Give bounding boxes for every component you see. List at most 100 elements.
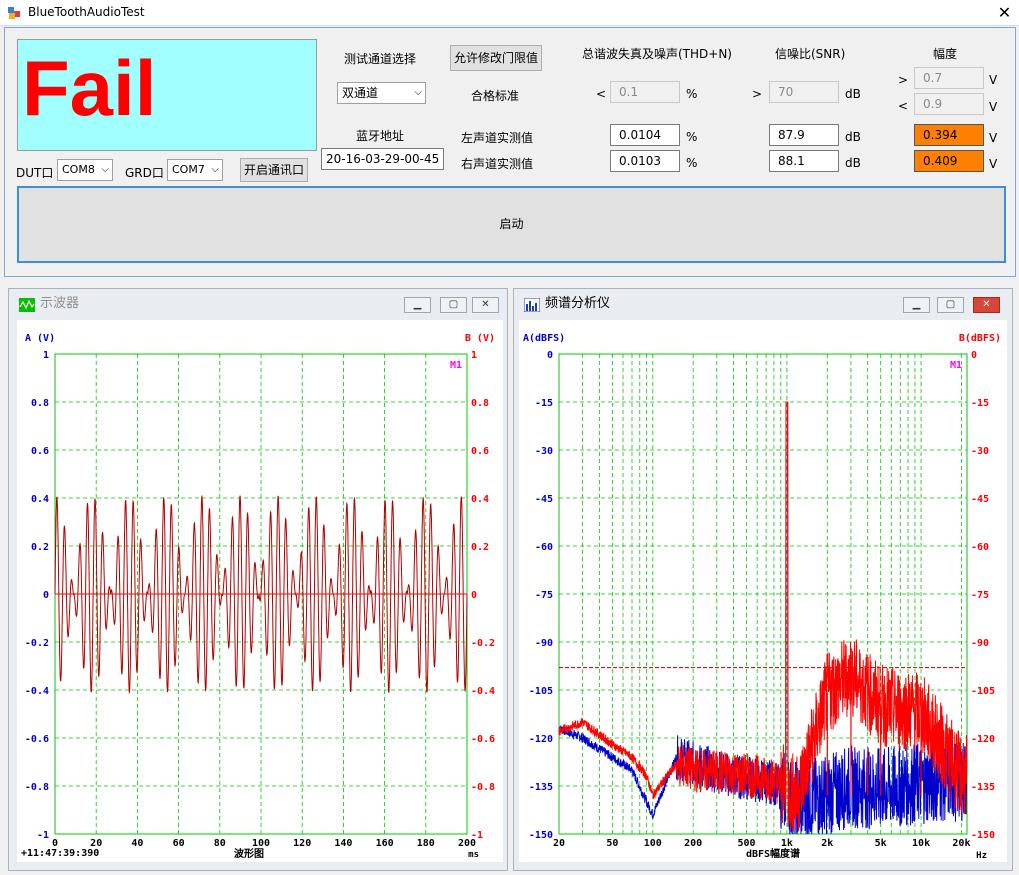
dut-port-label: DUT口 — [16, 166, 54, 180]
x-tick-label: 50 — [606, 838, 618, 849]
x-tick-label: 100 — [252, 838, 270, 849]
y-tick-label-a: -75 — [535, 590, 553, 601]
oscilloscope-minimize-button[interactable]: ▁ — [404, 297, 431, 313]
amp-hi-limit-field[interactable]: 0.7 — [914, 67, 984, 89]
y-tick-label-b: -0.2 — [471, 638, 495, 649]
y-tick-label-a: 0 — [43, 590, 49, 601]
axis-b-label: B(dBFS) — [959, 333, 1001, 344]
amp-lo-limit-field[interactable]: 0.9 — [914, 93, 984, 115]
right-thd-unit: % — [686, 156, 698, 170]
x-tick-label: 60 — [173, 838, 185, 849]
y-tick-label-a: -0.2 — [25, 638, 49, 649]
left-amplitude-field[interactable]: 0.394 — [914, 124, 984, 146]
y-tick-label-a: -30 — [535, 446, 553, 457]
y-tick-label-b: 0.8 — [471, 398, 489, 409]
oscilloscope-title: 示波器 — [40, 296, 80, 311]
channel-select[interactable]: 双通道 ⌵ — [337, 82, 426, 104]
axis-a-label: A(dBFS) — [523, 333, 565, 344]
right-snr-field[interactable]: 88.1 — [769, 150, 839, 172]
x-unit-label: Hz — [976, 851, 987, 861]
x-tick-label: 500 — [738, 838, 756, 849]
snr-limit-unit: dB — [845, 87, 861, 101]
x-axis-label: 波形图 — [234, 847, 264, 860]
oscilloscope-plot[interactable]: 1 1 0.8 0.8 0.6 0.6 0.4 0.4 0.2 0.2 0 0 -0.2 -0.2 -0.4… — [17, 320, 503, 862]
y-tick-label-b: -105 — [971, 686, 995, 697]
thd-limit-unit: % — [686, 87, 698, 101]
y-tick-label-b: -90 — [971, 638, 989, 649]
y-tick-label-a: 0 — [547, 350, 553, 361]
x-tick-label: 40 — [131, 838, 143, 849]
left-thd-field[interactable]: 0.0104 — [610, 124, 680, 146]
x-tick-label: 20 — [553, 838, 565, 849]
x-tick-label: 120 — [293, 838, 311, 849]
result-text: Fail — [22, 44, 157, 132]
bt-address-field[interactable]: 20-16-03-29-00-45 — [321, 148, 444, 170]
y-tick-label-a: -90 — [535, 638, 553, 649]
y-tick-label-a: 1 — [43, 350, 49, 361]
y-tick-label-a: -1 — [37, 830, 49, 841]
spectrum-plot[interactable]: 0 -15 -30 -45 -60 -75 -90 -105 -120 -135 -150 0 -15 -… — [519, 320, 1007, 862]
amp-lo-unit: V — [989, 100, 998, 114]
grd-port-select[interactable]: COM7 ⌵ — [167, 159, 223, 181]
thd-header: 总谐波失真及噪声(THD+N) — [582, 47, 732, 61]
allow-modify-limits-button[interactable]: 允许修改门限值 — [450, 45, 542, 71]
y-tick-label-a: -0.8 — [25, 782, 49, 793]
marker-label: M1 — [950, 360, 962, 371]
y-tick-label-a: -105 — [529, 686, 553, 697]
dut-port-select[interactable]: COM8 ⌵ — [57, 159, 113, 181]
y-tick-label-b: 0.4 — [471, 494, 489, 505]
y-tick-label-a: -135 — [529, 782, 553, 793]
spectrum-analyzer-icon — [524, 298, 540, 312]
snr-limit-field[interactable]: 70 — [769, 81, 839, 103]
y-tick-label-b: -120 — [971, 734, 995, 745]
y-tick-label-a: -0.4 — [25, 686, 49, 697]
amplitude-header: 幅度 — [933, 47, 958, 61]
right-thd-field[interactable]: 0.0103 — [610, 150, 680, 172]
x-tick-label: 10k — [912, 838, 930, 849]
amp-lo-operator: < — [898, 99, 909, 113]
y-tick-label-b: -0.6 — [471, 734, 495, 745]
y-tick-label-b: -45 — [971, 494, 989, 505]
spectrum-minimize-button[interactable]: ▁ — [903, 297, 930, 313]
thd-limit-field[interactable]: 0.1 — [610, 81, 680, 103]
left-thd-unit: % — [686, 130, 698, 144]
oscilloscope-close-button[interactable]: ✕ — [472, 297, 499, 313]
right-amp-unit: V — [989, 157, 998, 171]
left-snr-field[interactable]: 87.9 — [769, 124, 839, 146]
y-tick-label-b: -0.4 — [471, 686, 495, 697]
y-tick-label-b: -0.8 — [471, 782, 495, 793]
x-tick-label: 180 — [417, 838, 435, 849]
y-tick-label-a: -45 — [535, 494, 553, 505]
title-bar — [0, 0, 1019, 26]
thd-operator: < — [596, 87, 607, 101]
spectrum-close-button[interactable]: ✕ — [973, 297, 1000, 313]
y-tick-label-b: -75 — [971, 590, 989, 601]
x-tick-label: 200 — [458, 838, 476, 849]
y-tick-label-b: -135 — [971, 782, 995, 793]
window-close-button[interactable]: ✕ — [990, 0, 1019, 26]
oscilloscope-maximize-button[interactable]: ▢ — [440, 297, 467, 313]
snr-operator: > — [752, 87, 763, 101]
y-tick-label-a: 0.2 — [31, 542, 49, 553]
grd-port-label: GRD口 — [125, 166, 164, 180]
x-axis-label: dBFS幅度谱 — [746, 847, 800, 860]
x-tick-label: 100 — [644, 838, 662, 849]
y-tick-label-b: -15 — [971, 398, 989, 409]
open-port-button[interactable]: 开启通讯口 — [240, 158, 308, 182]
chevron-down-icon: ⌵ — [211, 164, 219, 175]
spectrum-maximize-button[interactable]: ▢ — [937, 297, 964, 313]
y-tick-label-b: 0 — [971, 350, 977, 361]
marker-label: M1 — [450, 360, 462, 371]
bt-address-label: 蓝牙地址 — [356, 129, 405, 143]
left-channel-label: 左声道实测值 — [461, 131, 534, 145]
y-tick-label-b: -30 — [971, 446, 989, 457]
window-title: BlueToothAudioTest — [28, 5, 145, 19]
right-amplitude-field[interactable]: 0.409 — [914, 150, 984, 172]
axis-a-label: A (V) — [25, 333, 55, 344]
start-button[interactable]: 启动 — [17, 186, 1006, 263]
y-tick-label-a: -15 — [535, 398, 553, 409]
y-tick-label-a: -0.6 — [25, 734, 49, 745]
snr-header: 信噪比(SNR) — [775, 47, 846, 61]
left-amp-unit: V — [989, 131, 998, 145]
y-tick-label-b: -150 — [971, 830, 995, 841]
